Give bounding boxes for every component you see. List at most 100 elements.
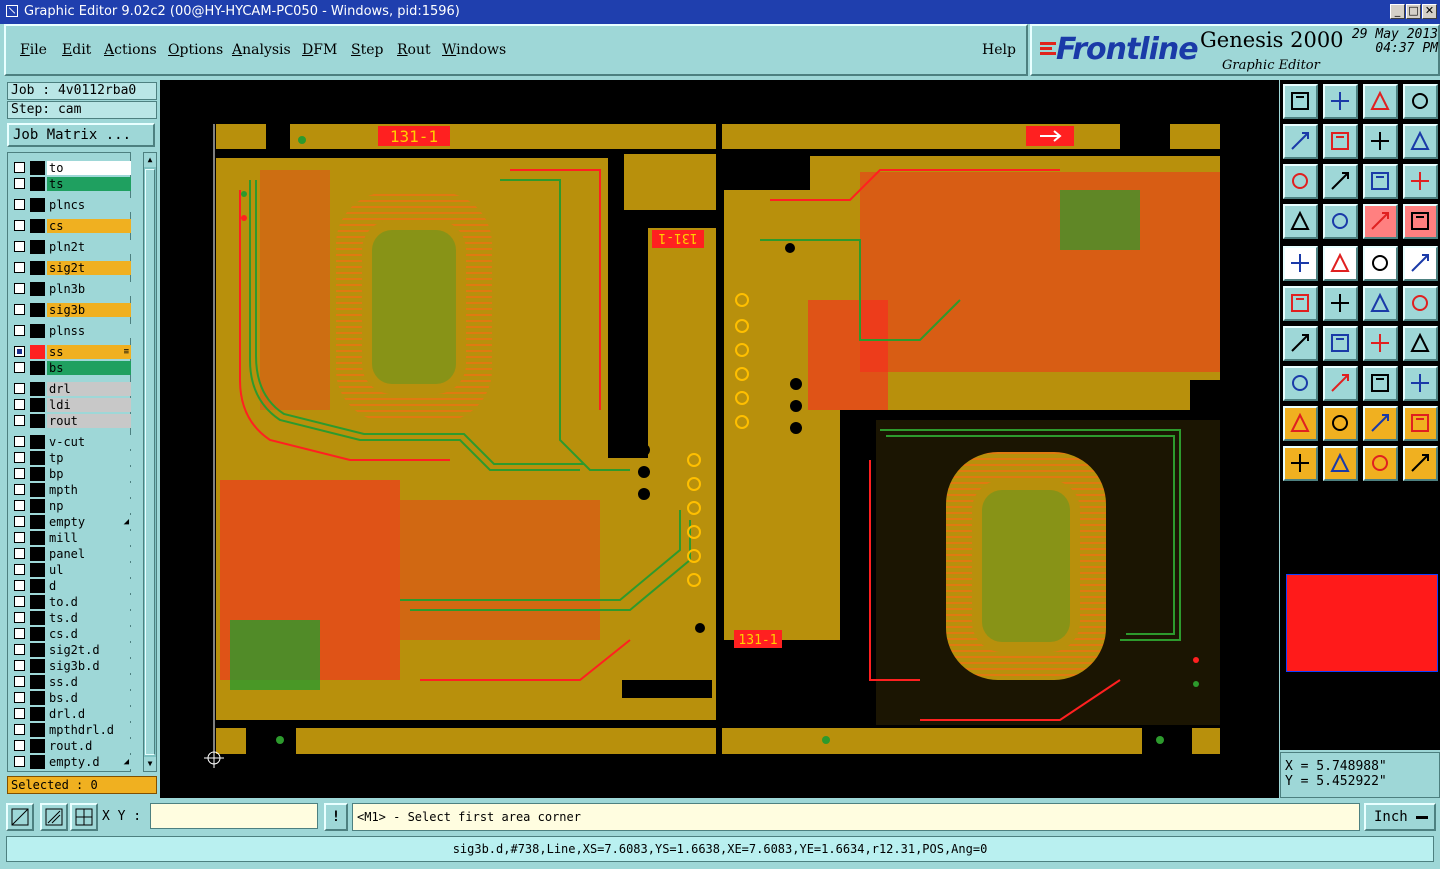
layer-name[interactable]: cs <box>47 219 131 233</box>
pointer-button[interactable] <box>1283 446 1318 481</box>
layer-color-swatch[interactable] <box>30 282 45 296</box>
grid-button[interactable] <box>70 803 98 831</box>
line-blue-button[interactable] <box>1323 326 1358 361</box>
layer-color-swatch[interactable] <box>30 739 45 753</box>
layer-name[interactable]: ul <box>47 563 131 577</box>
layer-color-swatch[interactable] <box>30 675 45 689</box>
layer-name[interactable]: cs.d <box>47 627 131 641</box>
layer-row-sig2t-d[interactable]: sig2t.d <box>11 643 131 657</box>
menu-actions[interactable]: Actions <box>104 42 157 58</box>
layer-color-swatch[interactable] <box>30 161 45 175</box>
layer-checkbox[interactable] <box>14 756 25 767</box>
layer-row-bs[interactable]: bs <box>11 361 131 375</box>
layer-row-pln2t[interactable]: pln2t <box>11 240 131 254</box>
layer-name[interactable]: np <box>47 499 131 513</box>
window-button[interactable] <box>1403 84 1438 119</box>
break-button[interactable] <box>1363 366 1398 401</box>
layer-name[interactable]: v-cut <box>47 435 131 449</box>
layer-color-swatch[interactable] <box>30 467 45 481</box>
open-job-button[interactable] <box>1283 84 1318 119</box>
layer-name[interactable]: ts.d <box>47 611 131 625</box>
net-button[interactable] <box>1403 246 1438 281</box>
layer-row-to-d[interactable]: to.d <box>11 595 131 609</box>
layer-color-swatch[interactable] <box>30 345 45 359</box>
scroll-down-icon[interactable]: ▼ <box>144 757 156 771</box>
menu-help[interactable]: Help <box>982 42 1016 58</box>
layer-row-np[interactable]: np <box>11 499 131 513</box>
layer-color-swatch[interactable] <box>30 515 45 529</box>
layer-color-swatch[interactable] <box>30 563 45 577</box>
overview-window[interactable] <box>1280 488 1440 750</box>
layer-checkbox[interactable] <box>14 262 25 273</box>
fit-screen-button[interactable] <box>1283 164 1318 199</box>
layer-checkbox[interactable] <box>14 740 25 751</box>
layer-row-ul[interactable]: ul <box>11 563 131 577</box>
layer-row-rout[interactable]: rout <box>11 414 131 428</box>
connect-button[interactable] <box>1283 286 1318 321</box>
layer-checkbox[interactable] <box>14 362 25 373</box>
help-query-button[interactable] <box>1403 164 1438 199</box>
layer-name[interactable]: pln2t <box>47 240 131 254</box>
layer-name[interactable]: drl <box>47 382 131 396</box>
layer-checkbox[interactable] <box>14 220 25 231</box>
layer-checkbox[interactable] <box>14 516 25 527</box>
layer-row-pln3b[interactable]: pln3b <box>11 282 131 296</box>
layer-color-swatch[interactable] <box>30 611 45 625</box>
layer-color-swatch[interactable] <box>30 723 45 737</box>
layer-color-swatch[interactable] <box>30 398 45 412</box>
layer-color-swatch[interactable] <box>30 219 45 233</box>
layer-row-drl[interactable]: drl <box>11 382 131 396</box>
pointer-link-button[interactable] <box>1403 446 1438 481</box>
app-icon[interactable] <box>6 5 18 17</box>
layer-name[interactable]: mpth <box>47 483 131 497</box>
layer-checkbox[interactable] <box>14 724 25 735</box>
layer-row-to[interactable]: to <box>11 161 131 175</box>
layer-name[interactable]: sig2t <box>47 261 131 275</box>
snap-button[interactable] <box>40 803 68 831</box>
layer-checkbox[interactable] <box>14 241 25 252</box>
layer-color-swatch[interactable] <box>30 240 45 254</box>
layer-name[interactable]: empty.d ◢ <box>47 755 131 769</box>
layer-row-d[interactable]: d <box>11 579 131 593</box>
layer-row-ts[interactable]: ts <box>11 177 131 191</box>
layer-checkbox[interactable] <box>14 325 25 336</box>
undo-zoom-button[interactable] <box>1363 124 1398 159</box>
triangle-blue-button[interactable] <box>1403 406 1438 441</box>
layer-checkbox[interactable] <box>14 383 25 394</box>
layer-row-mpth[interactable]: mpth <box>11 483 131 497</box>
rotate-button[interactable] <box>1363 326 1398 361</box>
layer-name[interactable]: drl.d <box>47 707 131 721</box>
layer-row-sig2t[interactable]: sig2t <box>11 261 131 275</box>
job-matrix-button[interactable]: Job Matrix ... <box>7 123 155 147</box>
home-button[interactable] <box>1363 84 1398 119</box>
layer-row-mpthdrl-d[interactable]: mpthdrl.d <box>11 723 131 737</box>
layer-row-plncs[interactable]: plncs <box>11 198 131 212</box>
layer-color-swatch[interactable] <box>30 261 45 275</box>
layer-color-swatch[interactable] <box>30 691 45 705</box>
layer-row-drl-d[interactable]: drl.d <box>11 707 131 721</box>
layer-row-ts-d[interactable]: ts.d <box>11 611 131 625</box>
minimize-button[interactable]: _ <box>1390 4 1405 19</box>
layer-checkbox[interactable] <box>14 468 25 479</box>
layer-name[interactable]: d <box>47 579 131 593</box>
copy-button[interactable] <box>1403 286 1438 321</box>
layer-name[interactable]: sig2t.d <box>47 643 131 657</box>
layer-row-bp[interactable]: bp <box>11 467 131 481</box>
menu-dfm[interactable]: DFM <box>302 42 337 58</box>
layers-info-button[interactable] <box>1403 204 1438 239</box>
layer-name[interactable]: empty ◢ <box>47 515 131 529</box>
layer-name[interactable]: to.d <box>47 595 131 609</box>
layer-name[interactable]: plncs <box>47 198 131 212</box>
layer-checkbox[interactable] <box>14 500 25 511</box>
layers-settings-button[interactable] <box>1363 204 1398 239</box>
triangle-up-button[interactable] <box>1323 406 1358 441</box>
scroll-up-icon[interactable]: ▲ <box>144 153 156 167</box>
layer-row-panel[interactable]: panel <box>11 547 131 561</box>
mirror-button[interactable] <box>1403 326 1438 361</box>
layer-row-sig3b[interactable]: sig3b <box>11 303 131 317</box>
delete-button[interactable] <box>1323 286 1358 321</box>
layer-color-swatch[interactable] <box>30 643 45 657</box>
layer-checkbox[interactable] <box>14 283 25 294</box>
layer-color-swatch[interactable] <box>30 324 45 338</box>
snap-pin-button[interactable] <box>1323 204 1358 239</box>
